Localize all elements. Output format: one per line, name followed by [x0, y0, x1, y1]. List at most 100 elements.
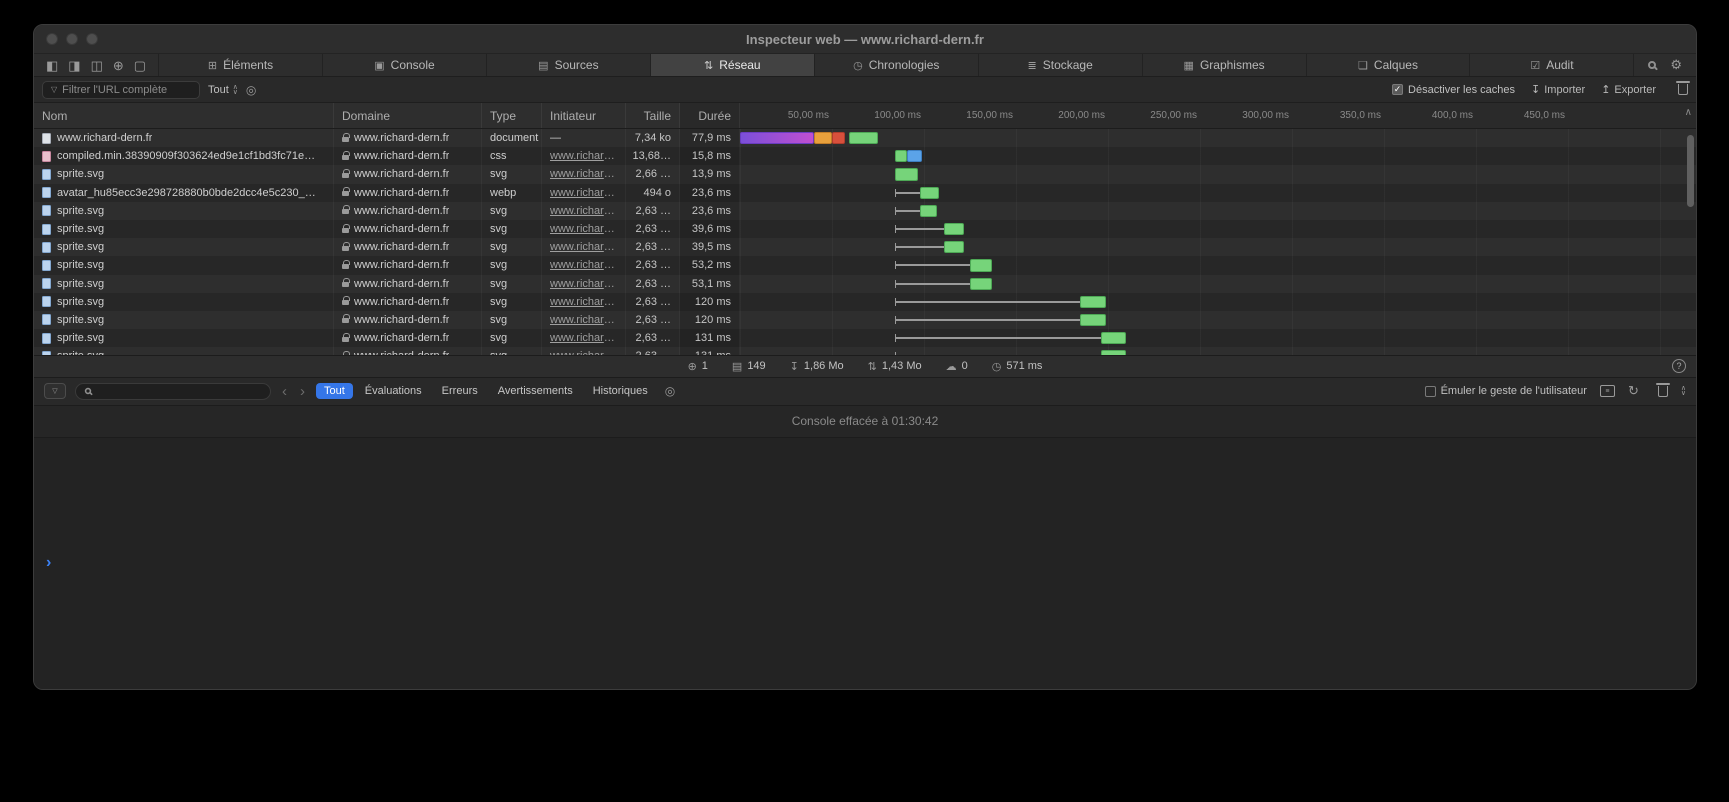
request-type-cell: svg — [482, 256, 542, 274]
tab-timelines[interactable]: ◷Chronologies — [814, 54, 978, 76]
sidebar-left-icon[interactable]: ◧ — [46, 59, 58, 72]
table-row[interactable]: www.richard-dern.frwww.richard-dern.frdo… — [34, 129, 1696, 147]
column-header-type[interactable]: Type — [482, 103, 542, 128]
tab-label: Éléments — [223, 58, 273, 72]
help-button[interactable]: ? — [1672, 359, 1686, 373]
device-icon[interactable]: ▢ — [134, 59, 146, 72]
request-initiator-cell[interactable]: www.richard-d… — [542, 347, 626, 354]
url-filter-placeholder: Filtrer l'URL complète — [62, 84, 167, 96]
close-window-button[interactable] — [46, 33, 58, 45]
request-size-cell: 2,63 … — [626, 347, 680, 354]
clear-network-items-trash-icon[interactable] — [1678, 84, 1688, 95]
timelines-icon: ◷ — [853, 59, 863, 72]
sidebar-right-icon[interactable]: ◫ — [91, 59, 103, 72]
request-size-cell: 2,63 … — [626, 202, 680, 220]
status-value: 1 — [702, 360, 708, 372]
export-button[interactable]: ↥ Exporter — [1601, 83, 1656, 96]
request-waterfall — [740, 329, 1696, 347]
column-header-size[interactable]: Taille — [626, 103, 680, 128]
table-row[interactable]: sprite.svgwww.richard-dern.frsvgwww.rich… — [34, 329, 1696, 347]
request-initiator-cell[interactable]: www.richard-d… — [542, 256, 626, 274]
table-row[interactable]: avatar_hu85ecc3e298728880b0bde2dcc4e5c23… — [34, 184, 1696, 202]
scroll-up-icon[interactable]: ∧ — [1685, 107, 1692, 118]
console-drawer-icon[interactable]: ≡ — [1600, 385, 1615, 397]
clear-console-trash-icon[interactable] — [1658, 386, 1668, 397]
column-header-dur[interactable]: Durée — [680, 103, 740, 128]
request-initiator-cell[interactable]: www.richard-d… — [542, 147, 626, 165]
tab-graphics[interactable]: ▦Graphismes — [1142, 54, 1306, 76]
minimize-window-button[interactable] — [66, 33, 78, 45]
vertical-scrollbar[interactable] — [1687, 135, 1694, 207]
table-row[interactable]: compiled.min.38390909f303624ed9e1cf1bd3f… — [34, 147, 1696, 165]
request-waterfall — [740, 256, 1696, 274]
table-row[interactable]: sprite.svgwww.richard-dern.frsvgwww.rich… — [34, 165, 1696, 183]
console-tab-avertissements[interactable]: Avertissements — [490, 383, 581, 399]
column-header-domain[interactable]: Domaine — [334, 103, 482, 128]
resource-scope-select[interactable]: Tout ∧∨ — [208, 84, 238, 96]
waterfall-green-segment — [944, 223, 964, 235]
tab-audit[interactable]: ☑Audit — [1469, 54, 1633, 76]
table-row[interactable]: sprite.svgwww.richard-dern.frsvgwww.rich… — [34, 311, 1696, 329]
zoom-window-button[interactable] — [86, 33, 98, 45]
console-prompt[interactable]: › — [34, 438, 1696, 690]
request-initiator-cell[interactable]: www.richard-d… — [542, 293, 626, 311]
request-initiator-cell[interactable]: www.richard-d… — [542, 184, 626, 202]
settings-gear-icon[interactable]: ⚙ — [1670, 57, 1682, 73]
navigate-forward-button[interactable]: › — [298, 384, 307, 399]
request-initiator-cell[interactable]: www.richard-d… — [542, 238, 626, 256]
tab-sources[interactable]: ▤Sources — [486, 54, 650, 76]
request-type-cell: document — [482, 129, 542, 147]
expand-console-icon[interactable]: ∧∨ — [1681, 386, 1686, 396]
tab-layers[interactable]: ❏Calques — [1306, 54, 1470, 76]
console-cleared-message: Console effacée à 01:30:42 — [34, 405, 1696, 438]
reload-icon[interactable]: ↻ — [1628, 383, 1639, 399]
emulate-user-gesture-checkbox[interactable]: Émuler le geste de l'utilisateur — [1425, 385, 1587, 397]
element-picker-icon[interactable]: ⊕ — [113, 59, 124, 72]
request-initiator-cell[interactable]: www.richard-d… — [542, 311, 626, 329]
tab-network[interactable]: ⇅Réseau — [650, 54, 814, 76]
column-header-init[interactable]: Initiateur — [542, 103, 626, 128]
console-tab-évaluations[interactable]: Évaluations — [357, 383, 430, 399]
request-domain-cell: www.richard-dern.fr — [334, 165, 482, 183]
table-row[interactable]: sprite.svgwww.richard-dern.frsvgwww.rich… — [34, 293, 1696, 311]
disable-caches-checkbox[interactable]: ✓ Désactiver les caches — [1392, 84, 1515, 96]
url-filter-input[interactable]: ▽ Filtrer l'URL complète — [42, 81, 200, 99]
request-initiator-cell[interactable]: www.richard-d… — [542, 220, 626, 238]
request-initiator-cell[interactable]: www.richard-d… — [542, 275, 626, 293]
status-item: ▤149 — [732, 360, 766, 373]
dock-bottom-icon[interactable]: ◨ — [68, 59, 80, 72]
request-type-cell: css — [482, 147, 542, 165]
tab-storage[interactable]: ≣Stockage — [978, 54, 1142, 76]
table-row[interactable]: sprite.svgwww.richard-dern.frsvgwww.rich… — [34, 347, 1696, 354]
request-name-cell: sprite.svg — [34, 238, 334, 256]
tab-console[interactable]: ▣Console — [322, 54, 486, 76]
request-initiator-cell[interactable]: www.richard-d… — [542, 202, 626, 220]
request-name-cell: sprite.svg — [34, 220, 334, 238]
column-header-name[interactable]: Nom — [34, 103, 334, 128]
console-filter-icon[interactable]: ▽ — [44, 383, 66, 399]
table-row[interactable]: sprite.svgwww.richard-dern.frsvgwww.rich… — [34, 275, 1696, 293]
table-row[interactable]: sprite.svgwww.richard-dern.frsvgwww.rich… — [34, 220, 1696, 238]
record-options-icon[interactable]: ◎ — [246, 83, 256, 97]
navigate-back-button[interactable]: ‹ — [280, 384, 289, 399]
console-search-input[interactable] — [75, 383, 271, 400]
request-initiator-cell[interactable]: www.richard-d… — [542, 165, 626, 183]
request-type-cell: svg — [482, 220, 542, 238]
search-icon[interactable] — [1648, 61, 1656, 69]
timeline-tick: 250,00 ms — [1150, 103, 1200, 128]
console-tab-historiques[interactable]: Historiques — [585, 383, 656, 399]
request-initiator-cell[interactable]: www.richard-d… — [542, 329, 626, 347]
request-size-cell: 2,63 … — [626, 256, 680, 274]
waterfall-green-segment — [920, 187, 938, 199]
console-tab-erreurs[interactable]: Erreurs — [434, 383, 486, 399]
transfer-size-icon: ⇅ — [868, 360, 877, 373]
table-row[interactable]: sprite.svgwww.richard-dern.frsvgwww.rich… — [34, 238, 1696, 256]
tab-elements[interactable]: ⊞Éléments — [158, 54, 322, 76]
import-button[interactable]: ↧ Importer — [1531, 83, 1585, 96]
console-tab-tout[interactable]: Tout — [316, 383, 353, 399]
table-row[interactable]: sprite.svgwww.richard-dern.frsvgwww.rich… — [34, 256, 1696, 274]
table-row[interactable]: sprite.svgwww.richard-dern.frsvgwww.rich… — [34, 202, 1696, 220]
storage-icon: ≣ — [1028, 59, 1037, 72]
network-table-header: NomDomaineTypeInitiateurTailleDurée50,00… — [34, 103, 1696, 129]
console-record-icon[interactable]: ◎ — [665, 384, 675, 398]
